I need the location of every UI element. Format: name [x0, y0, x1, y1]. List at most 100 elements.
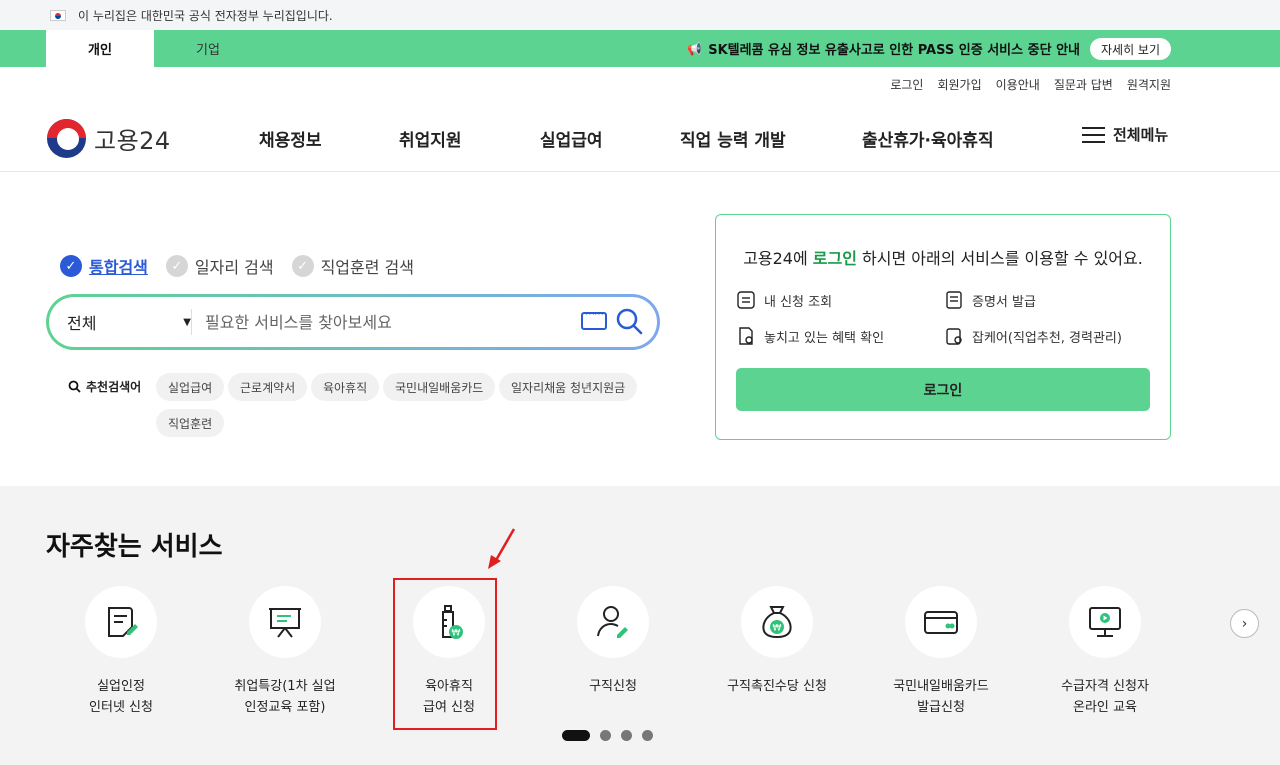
- header: 고용24 채용정보 취업지원 실업급여 직업 능력 개발 출산휴가·육아휴직 전…: [0, 104, 1280, 172]
- notice-detail-button[interactable]: 자세히 보기: [1090, 38, 1171, 60]
- title-login-link[interactable]: 로그인: [813, 249, 857, 268]
- checklist-icon: [737, 291, 755, 309]
- service-unemployment-recognition[interactable]: 실업인정 인터넷 신청: [46, 586, 196, 718]
- frequent-services: 자주찾는 서비스 실업인정 인터넷 신청 취업특강(1차 실업 인정교육 포함): [0, 486, 1280, 765]
- hamburger-icon: [1082, 126, 1105, 143]
- highlight-box: [393, 578, 497, 730]
- chip-vocational-training[interactable]: 직업훈련: [156, 409, 225, 437]
- logo-text: 고용24: [94, 127, 171, 155]
- pagination-dot[interactable]: [600, 730, 611, 741]
- recommend-label-text: 추천검색어: [86, 380, 142, 394]
- divider: [191, 309, 192, 335]
- title-pre: 고용24에: [743, 249, 813, 268]
- util-qna-link[interactable]: 질문과 답변: [1054, 76, 1113, 93]
- login-item-my-applications[interactable]: 내 신청 조회: [736, 290, 832, 310]
- search-category-select[interactable]: 전체 ▼: [67, 297, 191, 347]
- tab-label: 통합검색: [89, 258, 148, 277]
- service-job-promotion-allowance[interactable]: ₩ 구직촉진수당 신청: [702, 586, 852, 697]
- caret-down-icon: ▼: [183, 316, 191, 328]
- gov-banner: 이 누리집은 대한민국 공식 전자정부 누리집입니다.: [0, 0, 1280, 30]
- check-icon: ✓: [165, 255, 188, 277]
- virtual-keyboard-icon[interactable]: [581, 309, 607, 330]
- tab-personal[interactable]: 개인: [46, 30, 154, 67]
- login-item-benefits[interactable]: 놓치고 있는 혜택 확인: [736, 326, 884, 346]
- chip-youth-subsidy[interactable]: 일자리채움 청년지원금: [499, 373, 638, 401]
- login-item-label: 놓치고 있는 혜택 확인: [764, 330, 885, 346]
- chevron-right-icon: ›: [1241, 615, 1248, 632]
- search-icon: [68, 380, 81, 393]
- person-edit-icon: [597, 606, 628, 638]
- gov-banner-text: 이 누리집은 대한민국 공식 전자정부 누리집입니다.: [78, 8, 333, 23]
- pagination-dot[interactable]: [642, 730, 653, 741]
- document-search-icon: [739, 327, 753, 345]
- login-item-label: 내 신청 조회: [764, 294, 833, 310]
- service-label: 실업인정 인터넷 신청: [89, 679, 153, 715]
- service-label: 취업특강(1차 실업 인정교육 포함): [234, 679, 336, 715]
- service-label: 국민내일배움카드 발급신청: [893, 679, 989, 715]
- site-logo[interactable]: 고용24: [47, 119, 171, 158]
- red-arrow-icon: [488, 528, 516, 569]
- gnb-parental-leave[interactable]: 출산휴가·육아휴직: [862, 126, 994, 151]
- gnb-unemployment-benefit[interactable]: 실업급여: [540, 126, 603, 151]
- service-online-education[interactable]: 수급자격 신청자 온라인 교육: [1030, 586, 1180, 718]
- service-label: 구직촉진수당 신청: [727, 679, 827, 694]
- megaphone-icon: 📢: [687, 41, 703, 56]
- chip-labor-contract[interactable]: 근로계약서: [228, 373, 308, 401]
- tab-label: 직업훈련 검색: [320, 258, 414, 277]
- service-learning-card[interactable]: 국민내일배움카드 발급신청: [866, 586, 1016, 718]
- search-tabs: ✓ 통합검색 ✓ 일자리 검색 ✓ 직업훈련 검색: [60, 254, 414, 278]
- service-label: 구직신청: [589, 679, 637, 694]
- util-login-link[interactable]: 로그인: [890, 76, 923, 93]
- korea-flag-icon: [50, 9, 66, 21]
- gnb-vocational-training[interactable]: 직업 능력 개발: [680, 126, 786, 151]
- tab-label: 일자리 검색: [194, 258, 274, 277]
- gnb-employment-support[interactable]: 취업지원: [399, 126, 462, 151]
- check-icon: ✓: [291, 255, 314, 277]
- login-item-label: 잡케어(직업추천, 경력관리): [972, 330, 1122, 346]
- login-button[interactable]: 로그인: [736, 368, 1150, 411]
- tab-job-search[interactable]: ✓ 일자리 검색: [165, 254, 274, 278]
- top-bar: 개인 기업 📢 SK텔레콤 유심 정보 유출사고로 인한 PASS 인증 서비스…: [0, 30, 1280, 67]
- login-card: 고용24에 로그인 하시면 아래의 서비스를 이용할 수 있어요. 내 신청 조…: [715, 214, 1171, 440]
- carousel-next-button[interactable]: ›: [1230, 609, 1259, 638]
- chip-learning-card[interactable]: 국민내일배움카드: [383, 373, 496, 401]
- tab-business[interactable]: 기업: [154, 30, 262, 67]
- login-item-jobcare[interactable]: 잡케어(직업추천, 경력관리): [944, 326, 1122, 346]
- title-post: 하시면 아래의 서비스를 이용할 수 있어요.: [856, 249, 1143, 268]
- document-edit-icon: [108, 607, 138, 637]
- search-input[interactable]: [205, 307, 575, 337]
- services-title: 자주찾는 서비스: [46, 532, 223, 562]
- certificate-icon: [946, 291, 962, 309]
- clipboard-user-icon: [946, 328, 962, 345]
- search-icon[interactable]: [615, 307, 643, 335]
- util-signup-link[interactable]: 회원가입: [937, 76, 981, 93]
- money-bag-won-icon: ₩: [762, 606, 792, 639]
- util-links: 로그인 회원가입 이용안내 질문과 답변 원격지원: [890, 76, 1171, 93]
- recommend-label: 추천검색어: [68, 378, 141, 395]
- check-icon: ✓: [60, 255, 82, 277]
- gnb-jobs[interactable]: 채용정보: [259, 126, 322, 151]
- card-icon: [924, 611, 958, 634]
- notice[interactable]: 📢 SK텔레콤 유심 정보 유출사고로 인한 PASS 인증 서비스 중단 안내: [687, 30, 1080, 67]
- svg-text:₩: ₩: [773, 624, 782, 634]
- login-card-title: 고용24에 로그인 하시면 아래의 서비스를 이용할 수 있어요.: [716, 245, 1170, 269]
- service-label: 수급자격 신청자 온라인 교육: [1061, 679, 1149, 715]
- pagination-dot[interactable]: [621, 730, 632, 741]
- util-guide-link[interactable]: 이용안내: [996, 76, 1040, 93]
- all-menu-label: 전체메뉴: [1113, 126, 1169, 144]
- monitor-play-icon: [1089, 607, 1121, 637]
- carousel-pagination: [562, 730, 653, 741]
- chip-unemployment-benefit[interactable]: 실업급여: [156, 373, 225, 401]
- all-menu-button[interactable]: 전체메뉴: [1082, 124, 1168, 145]
- chip-parental-leave[interactable]: 육아휴직: [311, 373, 380, 401]
- login-item-label: 증명서 발급: [972, 294, 1036, 310]
- tab-integrated-search[interactable]: ✓ 통합검색: [60, 254, 148, 278]
- search-category-value: 전체: [67, 314, 97, 333]
- notice-text: SK텔레콤 유심 정보 유출사고로 인한 PASS 인증 서비스 중단 안내: [708, 43, 1080, 58]
- pagination-dot[interactable]: [562, 730, 590, 741]
- util-remote-link[interactable]: 원격지원: [1127, 76, 1171, 93]
- tab-training-search[interactable]: ✓ 직업훈련 검색: [291, 254, 414, 278]
- login-item-certificate[interactable]: 증명서 발급: [944, 290, 1036, 310]
- service-job-lecture[interactable]: 취업특강(1차 실업 인정교육 포함): [210, 586, 360, 718]
- service-job-application[interactable]: 구직신청: [538, 586, 688, 697]
